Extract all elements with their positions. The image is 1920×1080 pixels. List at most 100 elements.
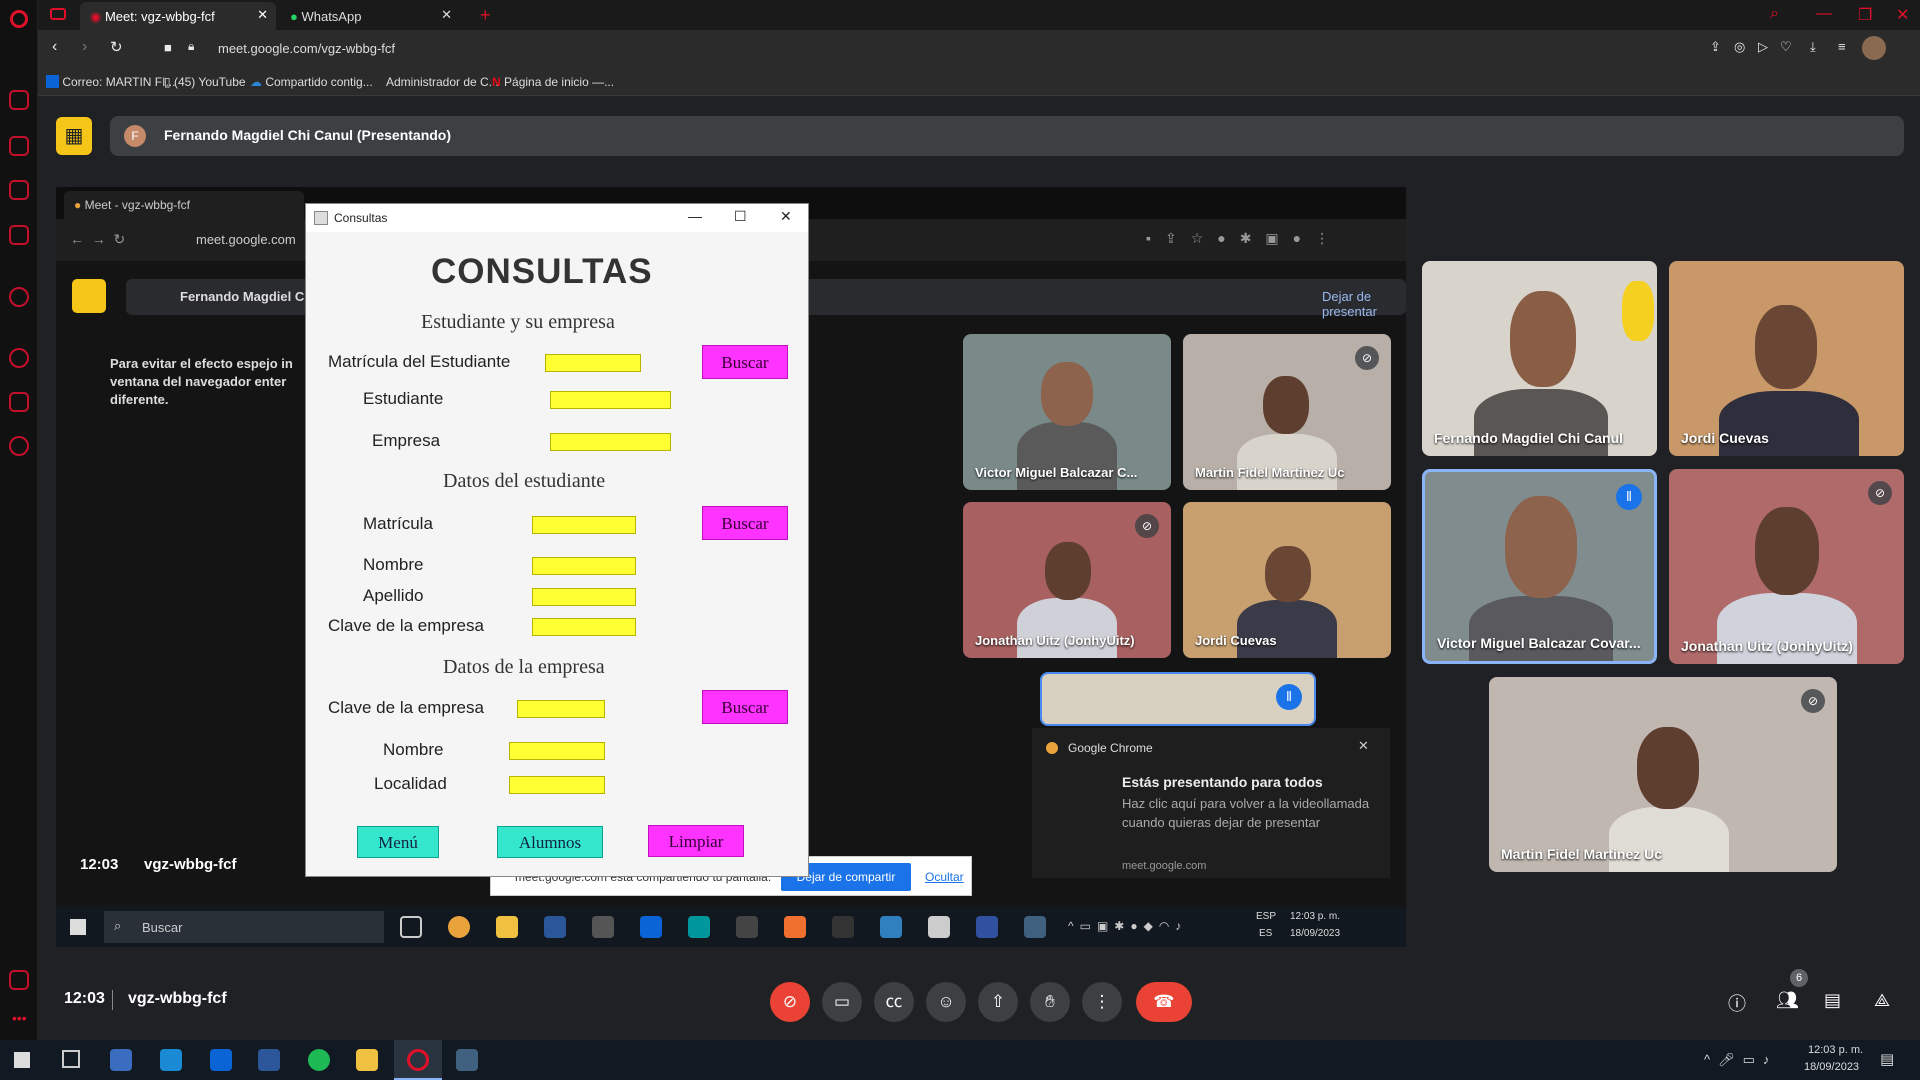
- bookmark-admin[interactable]: Administrador de C...: [386, 75, 499, 89]
- enrollment-input[interactable]: [532, 516, 636, 534]
- task-view-icon[interactable]: [62, 1050, 80, 1068]
- file-explorer-icon[interactable]: [356, 1049, 378, 1071]
- more-options-button[interactable]: ⋮: [1082, 982, 1122, 1022]
- close-tab-icon[interactable]: ✕: [257, 7, 268, 23]
- students-button[interactable]: Alumnos: [497, 826, 603, 858]
- participant-head: [1755, 507, 1819, 595]
- vscode-icon[interactable]: [160, 1049, 182, 1071]
- company-key-input[interactable]: [532, 618, 636, 636]
- settings-icon[interactable]: [9, 436, 29, 456]
- student-id-input[interactable]: [545, 354, 641, 372]
- info-icon[interactable]: ⓘ: [1728, 990, 1746, 1016]
- student-input[interactable]: [550, 391, 671, 409]
- profile-avatar[interactable]: [1862, 36, 1886, 60]
- bookmark-onedrive[interactable]: ☁ Compartido contig...: [250, 75, 373, 89]
- spotify-icon[interactable]: [308, 1049, 330, 1071]
- surname-input[interactable]: [532, 588, 636, 606]
- more-icon[interactable]: •••: [12, 1010, 27, 1026]
- tab-meet[interactable]: ◉ Meet: vgz-wbbg-fcf ✕: [80, 2, 276, 30]
- share-icon[interactable]: ⇪: [1710, 39, 1721, 55]
- company-key-input-2[interactable]: [517, 700, 605, 718]
- notification-close-icon[interactable]: ✕: [1358, 738, 1369, 754]
- raise-hand-button[interactable]: ✋︎: [1030, 982, 1070, 1022]
- heart-icon[interactable]: ♡: [1780, 39, 1792, 55]
- company-input[interactable]: [550, 433, 671, 451]
- tile-fernando[interactable]: Fernando Magdiel Chi Canul: [1422, 261, 1657, 456]
- shopping-icon[interactable]: [9, 136, 29, 156]
- locality-input[interactable]: [509, 776, 605, 794]
- search-company-button[interactable]: Buscar: [702, 690, 788, 724]
- participant-name: Victor Miguel Balcazar Covar...: [1437, 635, 1641, 651]
- tile-jordi[interactable]: Jordi Cuevas: [1669, 261, 1904, 456]
- opera-taskbar-icon[interactable]: [394, 1040, 442, 1080]
- snapshot-icon[interactable]: [9, 970, 29, 990]
- tab-meet-icon: ◉: [90, 9, 105, 24]
- window-maximize-button[interactable]: ☐: [734, 208, 747, 225]
- close-window-button[interactable]: ✕: [1896, 5, 1909, 25]
- tile-victor[interactable]: ⦀ Victor Miguel Balcazar Covar...: [1422, 469, 1657, 664]
- system-tray-icons[interactable]: ^🎤︎▭♪: [1704, 1052, 1777, 1068]
- surname-label: Apellido: [363, 586, 424, 605]
- clock-time[interactable]: 12:03 p. m.: [1808, 1044, 1863, 1056]
- download-icon[interactable]: ⤓: [1810, 39, 1816, 55]
- present-button[interactable]: ⇧: [978, 982, 1018, 1022]
- bookmark-outlook[interactable]: Correo: MARTIN FI...: [46, 75, 175, 89]
- send-icon[interactable]: ▷: [1758, 39, 1768, 55]
- camera-status-icon[interactable]: ■: [164, 40, 172, 55]
- notifications-icon[interactable]: ▤: [1880, 1050, 1894, 1068]
- opera-logo-icon[interactable]: [10, 10, 28, 28]
- captions-button[interactable]: ㏄: [874, 982, 914, 1022]
- tile-jonathan[interactable]: ⊘ Jonathan Uitz (JonhyUitz): [1669, 469, 1904, 664]
- tab-workspace-icon[interactable]: [50, 8, 66, 20]
- reload-icon[interactable]: ↻: [110, 38, 123, 56]
- start-icon[interactable]: [14, 1052, 30, 1068]
- leave-call-button[interactable]: ☎︎: [1136, 982, 1192, 1022]
- minimize-button[interactable]: —: [1816, 5, 1832, 23]
- search-tabs-icon[interactable]: ⌕: [1770, 5, 1779, 23]
- presentation-icon[interactable]: ▦: [56, 117, 92, 155]
- close-tab-icon[interactable]: ✕: [441, 7, 452, 23]
- tab-whatsapp[interactable]: ● WhatsApp ✕: [280, 2, 460, 30]
- extensions-icon[interactable]: [9, 392, 29, 412]
- menu-button[interactable]: Menú: [357, 826, 439, 858]
- window-minimize-button[interactable]: —: [688, 208, 702, 224]
- company-name-input[interactable]: [509, 742, 605, 760]
- search-student-company-button[interactable]: Buscar: [702, 345, 788, 379]
- snapshot-icon[interactable]: ◎: [1734, 39, 1745, 55]
- camera-button[interactable]: ▭: [822, 982, 862, 1022]
- people-icon[interactable]: 👥︎: [1776, 990, 1799, 1011]
- speed-dial-icon[interactable]: [9, 90, 29, 110]
- restore-button[interactable]: ❐: [1858, 5, 1872, 25]
- url-field[interactable]: meet.google.com/vgz-wbbg-fcf: [218, 41, 395, 56]
- mic-off-button[interactable]: ⊘: [770, 982, 810, 1022]
- chat-icon[interactable]: ▤: [1824, 990, 1841, 1011]
- snipping-tool-icon[interactable]: [456, 1049, 478, 1071]
- hide-share-bar-link[interactable]: Ocultar: [925, 870, 964, 884]
- search-student-button[interactable]: Buscar: [702, 506, 788, 540]
- clock-date[interactable]: 18/09/2023: [1804, 1061, 1859, 1073]
- word-icon[interactable]: [258, 1049, 280, 1071]
- clear-button[interactable]: Limpiar: [648, 825, 744, 857]
- chrome-notification[interactable]: Google Chrome ✕ Estás presentando para t…: [1032, 728, 1390, 878]
- instagram-icon[interactable]: [9, 225, 29, 245]
- back-icon[interactable]: ‹: [52, 38, 57, 56]
- name-input[interactable]: [532, 557, 636, 575]
- menu-icon[interactable]: ≡: [1838, 39, 1846, 54]
- new-tab-button[interactable]: +: [480, 5, 491, 26]
- player-icon[interactable]: [9, 287, 29, 307]
- bookmark-youtube[interactable]: ▯ (45) YouTube: [164, 75, 246, 89]
- emoji-button[interactable]: ☺: [926, 982, 966, 1022]
- window-close-button[interactable]: ✕: [780, 208, 792, 225]
- outlook-icon[interactable]: [210, 1049, 232, 1071]
- presenter-bar[interactable]: F Fernando Magdiel Chi Canul (Presentand…: [110, 116, 1904, 156]
- lock-icon[interactable]: 🔒︎: [188, 39, 194, 54]
- tile-martin[interactable]: ⊘ Martin Fidel Martinez Uc: [1489, 677, 1837, 872]
- windows-taskbar: ^🎤︎▭♪ 12:03 p. m. 18/09/2023 ▤: [0, 1040, 1920, 1080]
- bookmark-netflix[interactable]: N Página de inicio —...: [492, 75, 614, 89]
- history-icon[interactable]: [9, 348, 29, 368]
- participant-name: Jordi Cuevas: [1681, 430, 1769, 446]
- virtualbox-icon[interactable]: [110, 1049, 132, 1071]
- activities-icon[interactable]: ⟁: [1874, 990, 1890, 1011]
- twitch-icon[interactable]: [9, 180, 29, 200]
- forward-icon[interactable]: ›: [82, 38, 87, 56]
